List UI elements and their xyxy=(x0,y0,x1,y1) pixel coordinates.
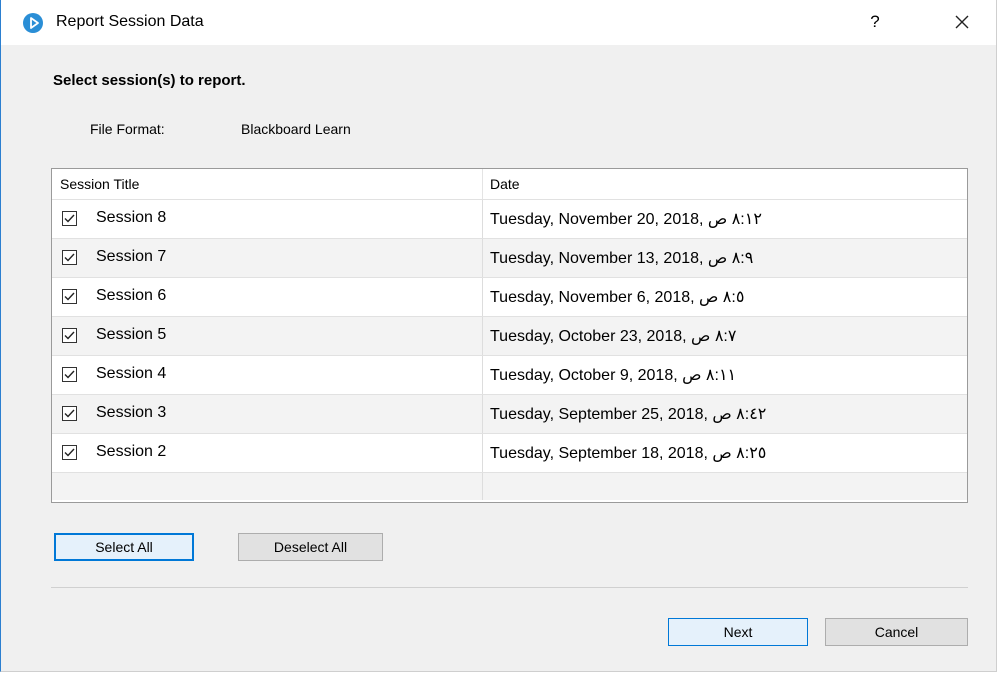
checkbox-checked-icon xyxy=(64,370,75,379)
checkbox-checked-icon xyxy=(64,331,75,340)
session-date: Tuesday, September 18, 2018, ٨:٢٥ ص xyxy=(490,445,767,462)
session-title: Session 2 xyxy=(96,443,167,460)
cancel-button[interactable]: Cancel xyxy=(825,618,968,646)
checkbox-checked-icon xyxy=(64,214,75,223)
session-title: Session 5 xyxy=(96,326,167,343)
session-title: Session 8 xyxy=(96,209,167,226)
session-checkbox[interactable] xyxy=(62,250,77,265)
table-body: Session 8 Tuesday, November 20, 2018, ٨:… xyxy=(52,199,967,500)
table-row[interactable]: Session 4 Tuesday, October 9, 2018, ٨:١١… xyxy=(52,355,967,394)
table-row[interactable]: Session 2 Tuesday, September 18, 2018, ٨… xyxy=(52,433,967,472)
checkbox-checked-icon xyxy=(64,253,75,262)
title-bar: Report Session Data ? xyxy=(1,0,996,45)
session-date: Tuesday, November 13, 2018, ٨:٩ ص xyxy=(490,250,754,267)
cell-divider xyxy=(482,434,483,472)
session-date: Tuesday, October 9, 2018, ٨:١١ ص xyxy=(490,367,737,384)
report-session-dialog: Report Session Data ? Select session(s) … xyxy=(0,0,997,672)
empty-table-row xyxy=(52,472,967,500)
sessions-table: Session Title Date Session 8 Tuesday, No… xyxy=(51,168,968,503)
checkbox-checked-icon xyxy=(64,448,75,457)
column-header-date[interactable]: Date xyxy=(490,169,520,199)
column-header-session-title[interactable]: Session Title xyxy=(60,169,139,199)
select-all-button[interactable]: Select All xyxy=(54,533,194,561)
cell-divider xyxy=(482,200,483,238)
session-checkbox[interactable] xyxy=(62,211,77,226)
session-checkbox[interactable] xyxy=(62,406,77,421)
table-row[interactable]: Session 3 Tuesday, September 25, 2018, ٨… xyxy=(52,394,967,433)
close-icon xyxy=(955,15,969,29)
session-date: Tuesday, November 6, 2018, ٨:٥ ص xyxy=(490,289,745,306)
instruction-heading: Select session(s) to report. xyxy=(53,72,246,89)
table-row[interactable]: Session 8 Tuesday, November 20, 2018, ٨:… xyxy=(52,199,967,238)
cell-divider xyxy=(482,395,483,433)
next-button[interactable]: Next xyxy=(668,618,808,646)
file-format-label: File Format: xyxy=(90,121,165,137)
column-divider[interactable] xyxy=(482,169,483,199)
cell-divider xyxy=(482,239,483,277)
footer-divider xyxy=(51,587,968,588)
session-title: Session 3 xyxy=(96,404,167,421)
session-title: Session 7 xyxy=(96,248,167,265)
table-header: Session Title Date xyxy=(52,169,967,199)
cell-divider xyxy=(482,473,483,500)
session-date: Tuesday, November 20, 2018, ٨:١٢ ص xyxy=(490,211,762,228)
deselect-all-button[interactable]: Deselect All xyxy=(238,533,383,561)
session-checkbox[interactable] xyxy=(62,445,77,460)
session-checkbox[interactable] xyxy=(62,328,77,343)
table-row[interactable]: Session 7 Tuesday, November 13, 2018, ٨:… xyxy=(52,238,967,277)
checkbox-checked-icon xyxy=(64,292,75,301)
session-title: Session 4 xyxy=(96,365,167,382)
session-checkbox[interactable] xyxy=(62,289,77,304)
session-checkbox[interactable] xyxy=(62,367,77,382)
table-row[interactable]: Session 6 Tuesday, November 6, 2018, ٨:٥… xyxy=(52,277,967,316)
file-format-value: Blackboard Learn xyxy=(241,121,351,137)
cell-divider xyxy=(482,356,483,394)
session-date: Tuesday, September 25, 2018, ٨:٤٢ ص xyxy=(490,406,767,423)
checkbox-checked-icon xyxy=(64,409,75,418)
cell-divider xyxy=(482,278,483,316)
table-row[interactable]: Session 5 Tuesday, October 23, 2018, ٨:٧… xyxy=(52,316,967,355)
window-title: Report Session Data xyxy=(56,13,204,30)
close-button[interactable] xyxy=(949,9,975,35)
session-date: Tuesday, October 23, 2018, ٨:٧ ص xyxy=(490,328,737,345)
session-title: Session 6 xyxy=(96,287,167,304)
help-button[interactable]: ? xyxy=(863,9,887,35)
cell-divider xyxy=(482,317,483,355)
play-circle-icon xyxy=(23,13,43,33)
